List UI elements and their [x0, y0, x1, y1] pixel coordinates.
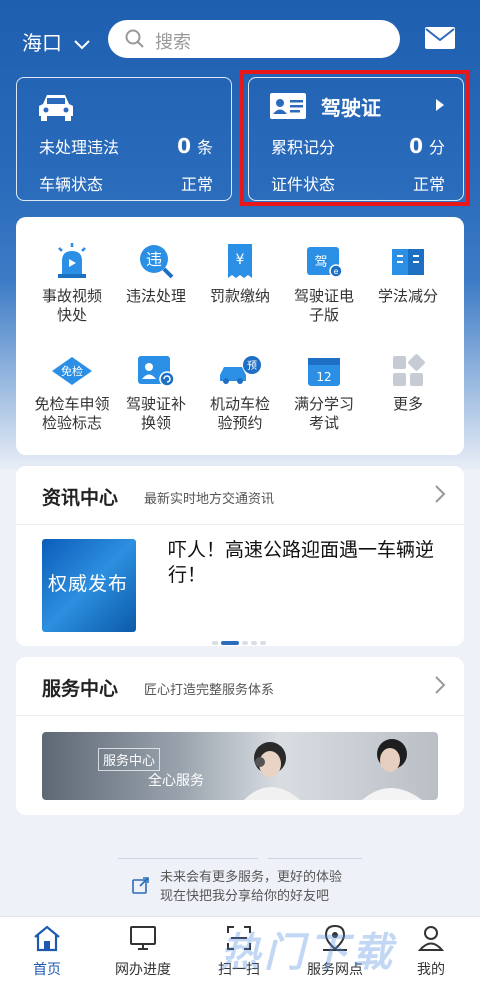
service-banner[interactable]: 服务中心 全心服务	[42, 732, 438, 800]
payment-receipt-icon: ¥	[228, 244, 252, 278]
license-renew-icon	[138, 356, 175, 387]
carousel-dots	[212, 630, 269, 649]
search-input[interactable]: 搜索	[108, 20, 400, 58]
divider	[16, 715, 464, 716]
service-label: 驾驶证补 换领	[125, 395, 186, 432]
service-label: 学法减分	[377, 287, 438, 305]
vehicle-status-value: 正常	[180, 175, 213, 194]
watermark: 热门下载	[220, 930, 396, 976]
violations-unit: 条	[196, 138, 213, 157]
news-thumbnail[interactable]: 权威发布	[42, 539, 136, 632]
mail-icon[interactable]	[424, 26, 456, 50]
car-icon	[39, 95, 73, 121]
e-license-icon: 驾e	[307, 247, 343, 278]
service-label: 罚款缴纳	[209, 287, 270, 305]
service-label: 事故视频 快处	[41, 287, 102, 324]
violation-search-icon: 违	[140, 245, 174, 279]
service-violation[interactable]: 违 违法处理	[114, 241, 198, 306]
service-label: 免检车申领 检验标志	[34, 395, 110, 432]
violations-row: 未处理违法 0条	[39, 134, 213, 158]
news-thumbnail-text: 权威发布	[48, 573, 129, 595]
service-e-license[interactable]: 驾e 驾驶证电 子版	[282, 241, 366, 325]
inspection-booking-icon: 预	[220, 356, 261, 384]
svg-text:¥: ¥	[236, 252, 245, 268]
service-center-title: 服务中心	[42, 678, 119, 700]
service-center-section: 服务中心 匠心打造完整服务体系 服务中心 全心服务	[16, 657, 464, 815]
violations-count: 0	[177, 134, 191, 158]
svg-text:违: 违	[146, 250, 162, 269]
share-icon[interactable]	[132, 876, 150, 894]
divider	[268, 858, 362, 859]
news-section: 资讯中心 最新实时地方交通资讯 权威发布 吓人！高速公路迎面遇一车辆逆行！	[16, 466, 464, 646]
service-accident-video[interactable]: 事故视频 快处	[30, 241, 114, 325]
tab-label: 首页	[33, 962, 61, 978]
tab-home[interactable]: 首页	[2, 923, 92, 979]
service-label: 更多	[392, 395, 423, 413]
divider	[16, 524, 464, 525]
service-label: 违法处理	[125, 287, 186, 305]
share-line-2: 现在快把我分享给你的好友吧	[160, 889, 330, 904]
chevron-right-icon[interactable]	[434, 675, 446, 695]
highlight-box	[240, 70, 470, 206]
calendar-exam-icon: 12	[308, 358, 340, 386]
search-placeholder: 搜索	[155, 32, 191, 53]
more-grid-icon	[393, 354, 425, 386]
divider	[118, 858, 258, 859]
service-label: 满分学习 考试	[293, 395, 354, 432]
tab-profile[interactable]: 我的	[386, 923, 476, 979]
user-icon	[417, 926, 445, 951]
services-grid: 事故视频 快处 违 违法处理 ¥ 罚款缴纳 驾e 驾驶证电 子版 学法减分 免检 免…	[16, 217, 464, 455]
book-icon	[392, 249, 424, 275]
chevron-down-icon	[74, 39, 91, 49]
violations-label: 未处理违法	[39, 138, 120, 157]
vehicle-status-row: 车辆状态 正常	[39, 171, 213, 195]
service-more[interactable]: 更多	[366, 353, 450, 414]
search-icon	[125, 29, 144, 48]
share-footer: 未来会有更多服务，更好的体验 现在快把我分享给你的好友吧	[0, 852, 480, 912]
exempt-badge-icon: 免检	[52, 357, 92, 385]
top-bar: 海口 搜索	[0, 18, 480, 62]
vehicle-card[interactable]: 未处理违法 0条 车辆状态 正常	[16, 77, 232, 201]
customer-service-agent-illustration	[244, 739, 422, 800]
police-light-icon	[58, 243, 86, 278]
service-full-points-study[interactable]: 12 满分学习 考试	[282, 353, 366, 433]
news-subtitle: 最新实时地方交通资讯	[144, 492, 275, 507]
service-inspection-booking[interactable]: 预 机动车检 验预约	[198, 353, 282, 433]
home-icon	[34, 925, 60, 952]
news-title: 资讯中心	[42, 487, 119, 509]
svg-text:12: 12	[316, 370, 331, 384]
tab-label: 网办进度	[115, 962, 171, 978]
news-headline[interactable]: 吓人！高速公路迎面遇一车辆逆行！	[168, 538, 438, 588]
service-exempt-inspection[interactable]: 免检 免检车申领 检验标志	[30, 353, 114, 433]
service-center-subtitle: 匠心打造完整服务体系	[144, 683, 275, 698]
tab-label: 我的	[417, 962, 445, 978]
tab-progress[interactable]: 网办进度	[98, 923, 188, 979]
svg-text:e: e	[334, 267, 339, 276]
service-label: 驾驶证电 子版	[293, 287, 354, 324]
city-selector[interactable]: 海口	[22, 27, 91, 56]
service-study[interactable]: 学法减分	[366, 241, 450, 306]
service-license-renew[interactable]: 驾驶证补 换领	[114, 353, 198, 433]
service-label: 机动车检 验预约	[209, 395, 270, 432]
share-line-1: 未来会有更多服务，更好的体验	[160, 870, 343, 885]
svg-text:免检: 免检	[61, 364, 83, 378]
service-fine-payment[interactable]: ¥ 罚款缴纳	[198, 241, 282, 306]
chevron-right-icon[interactable]	[434, 484, 446, 504]
city-label: 海口	[22, 31, 62, 55]
svg-text:预: 预	[247, 360, 257, 372]
service-banner-text: 全心服务	[148, 773, 204, 789]
svg-text:驾: 驾	[314, 255, 327, 270]
vehicle-status-label: 车辆状态	[39, 175, 104, 194]
monitor-icon	[130, 926, 156, 950]
service-banner-tag: 服务中心	[98, 748, 161, 771]
